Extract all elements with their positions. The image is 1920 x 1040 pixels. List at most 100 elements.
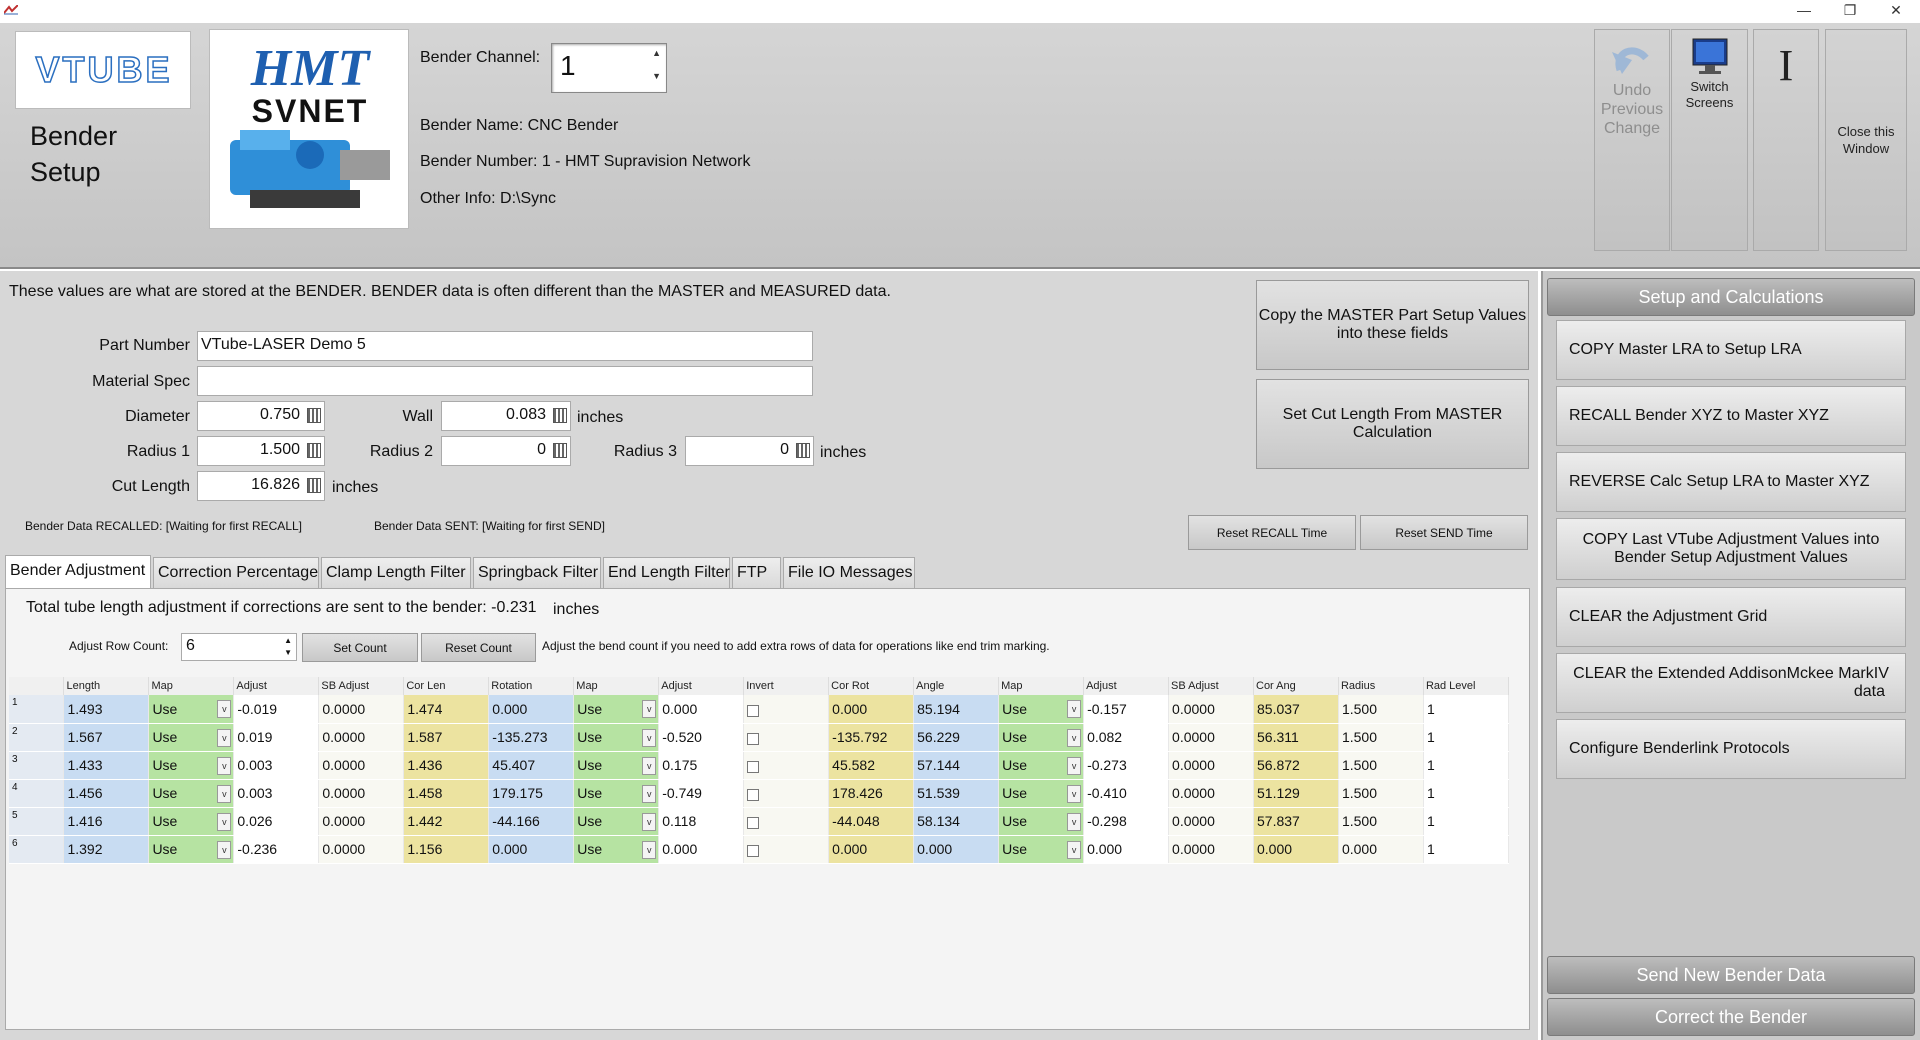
radius-cell[interactable]: 1.500 xyxy=(1338,779,1424,808)
chevron-down-icon[interactable]: v xyxy=(642,756,657,775)
sb-adjust-cell[interactable]: 0.0000 xyxy=(1168,723,1254,752)
map-select[interactable]: Use v xyxy=(148,779,235,808)
length-cell[interactable]: 1.416 xyxy=(63,807,150,836)
copy-last-vtube-adjustment-button[interactable]: COPY Last VTube Adjustment Values into B… xyxy=(1556,518,1906,580)
minimize-button[interactable]: — xyxy=(1784,0,1824,23)
map-select[interactable]: Use v xyxy=(998,807,1085,836)
map-select[interactable]: Use v xyxy=(573,695,660,724)
adjust-cell[interactable]: 0.026 xyxy=(233,807,320,836)
set-cut-length-button[interactable]: Set Cut Length From MASTER Calculation xyxy=(1256,379,1529,469)
adjust-cell[interactable]: -0.273 xyxy=(1083,751,1170,780)
map-select[interactable]: Use v xyxy=(573,835,660,864)
rad-level-cell[interactable]: 1 xyxy=(1423,695,1510,724)
map-select[interactable]: Use v xyxy=(998,723,1085,752)
chevron-down-icon[interactable]: v xyxy=(217,700,232,718)
invert-cell[interactable] xyxy=(743,835,830,864)
map-select[interactable]: Use v xyxy=(573,779,660,808)
adjust-cell[interactable]: 0.000 xyxy=(1083,835,1170,864)
map-select[interactable]: Use v xyxy=(573,807,660,836)
angle-cell[interactable]: 51.539 xyxy=(913,779,1000,808)
invert-checkbox[interactable] xyxy=(747,789,760,801)
invert-checkbox[interactable] xyxy=(747,817,760,829)
close-window-button[interactable]: ✕ xyxy=(1876,0,1916,23)
undo-button[interactable]: Undo Previous Change xyxy=(1594,29,1670,251)
send-new-bender-data-button[interactable]: Send New Bender Data xyxy=(1547,956,1915,994)
copy-master-lra-button[interactable]: COPY Master LRA to Setup LRA xyxy=(1556,320,1906,380)
spin-up-icon[interactable]: ▲ xyxy=(652,48,661,58)
length-cell[interactable]: 1.493 xyxy=(63,695,150,724)
map-select[interactable]: Use v xyxy=(998,779,1085,808)
radius3-input[interactable]: 0 xyxy=(685,436,814,466)
map-select[interactable]: Use v xyxy=(148,723,235,752)
rotation-cell[interactable]: 179.175 xyxy=(488,779,575,808)
spin-up-icon[interactable]: ▲ xyxy=(284,636,292,645)
rotation-cell[interactable]: -135.273 xyxy=(488,723,575,752)
invert-cell[interactable] xyxy=(743,695,830,724)
chevron-down-icon[interactable]: v xyxy=(1067,700,1082,718)
calculator-icon[interactable] xyxy=(553,408,567,423)
recall-bender-xyz-button[interactable]: RECALL Bender XYZ to Master XYZ xyxy=(1556,386,1906,446)
rotation-cell[interactable]: 45.407 xyxy=(488,751,575,780)
cut-length-input[interactable]: 16.826 xyxy=(197,471,325,501)
adjust-cell[interactable]: -0.410 xyxy=(1083,779,1170,808)
switch-screens-button[interactable]: Switch Screens xyxy=(1671,29,1748,251)
map-select[interactable]: Use v xyxy=(148,695,235,724)
copy-master-button[interactable]: Copy the MASTER Part Setup Values into t… xyxy=(1256,280,1529,370)
correct-the-bender-button[interactable]: Correct the Bender xyxy=(1547,998,1915,1036)
reset-recall-button[interactable]: Reset RECALL Time xyxy=(1188,515,1356,550)
map-select[interactable]: Use v xyxy=(573,751,660,780)
radius-cell[interactable]: 1.500 xyxy=(1338,723,1424,752)
angle-cell[interactable]: 57.144 xyxy=(913,751,1000,780)
calculator-icon[interactable] xyxy=(307,408,321,423)
spin-down-icon[interactable]: ▼ xyxy=(284,648,292,657)
invert-checkbox[interactable] xyxy=(747,733,760,745)
sb-adjust-cell[interactable]: 0.0000 xyxy=(318,723,405,752)
radius-cell[interactable]: 1.500 xyxy=(1338,807,1424,836)
set-count-button[interactable]: Set Count xyxy=(302,633,418,662)
rad-level-cell[interactable]: 1 xyxy=(1423,807,1510,836)
calculator-icon[interactable] xyxy=(553,443,567,458)
rotation-cell[interactable]: -44.166 xyxy=(488,807,575,836)
tab-springback-filter[interactable]: Springback Filter xyxy=(473,557,601,588)
sb-adjust-cell[interactable]: 0.0000 xyxy=(1168,835,1254,864)
adjust-cell[interactable]: 0.003 xyxy=(233,751,320,780)
tab-bender-adjustment[interactable]: Bender Adjustment xyxy=(5,555,151,588)
invert-checkbox[interactable] xyxy=(747,845,760,857)
map-select[interactable]: Use v xyxy=(148,835,235,864)
sb-adjust-cell[interactable]: 0.0000 xyxy=(1168,751,1254,780)
chevron-down-icon[interactable]: v xyxy=(217,784,232,803)
calculator-icon[interactable] xyxy=(307,478,321,493)
close-this-window-button[interactable]: Close this Window xyxy=(1825,29,1907,251)
chevron-down-icon[interactable]: v xyxy=(217,812,232,831)
row-count-input[interactable]: 6 ▲ ▼ xyxy=(181,633,297,661)
map-select[interactable]: Use v xyxy=(573,723,660,752)
sb-adjust-cell[interactable]: 0.0000 xyxy=(1168,807,1254,836)
diameter-input[interactable]: 0.750 xyxy=(197,401,325,431)
adjust-cell[interactable]: 0.019 xyxy=(233,723,320,752)
chevron-down-icon[interactable]: v xyxy=(217,728,232,747)
rotation-cell[interactable]: 0.000 xyxy=(488,695,575,724)
chevron-down-icon[interactable]: v xyxy=(642,840,657,859)
reset-send-button[interactable]: Reset SEND Time xyxy=(1360,515,1528,550)
chevron-down-icon[interactable]: v xyxy=(642,812,657,831)
rad-level-cell[interactable]: 1 xyxy=(1423,835,1510,864)
chevron-down-icon[interactable]: v xyxy=(642,784,657,803)
sb-adjust-cell[interactable]: 0.0000 xyxy=(318,751,405,780)
clear-adjustment-grid-button[interactable]: CLEAR the Adjustment Grid xyxy=(1556,587,1906,647)
sb-adjust-cell[interactable]: 0.0000 xyxy=(318,807,405,836)
adjust-cell[interactable]: 0.003 xyxy=(233,779,320,808)
length-cell[interactable]: 1.456 xyxy=(63,779,150,808)
length-cell[interactable]: 1.392 xyxy=(63,835,150,864)
angle-cell[interactable]: 85.194 xyxy=(913,695,1000,724)
invert-cell[interactable] xyxy=(743,807,830,836)
adjust-cell[interactable]: 0.175 xyxy=(658,751,745,780)
invert-checkbox[interactable] xyxy=(747,761,760,773)
radius2-input[interactable]: 0 xyxy=(441,436,571,466)
chevron-down-icon[interactable]: v xyxy=(1067,840,1082,859)
adjust-cell[interactable]: -0.019 xyxy=(233,695,320,724)
rad-level-cell[interactable]: 1 xyxy=(1423,751,1510,780)
reverse-calc-button[interactable]: REVERSE Calc Setup LRA to Master XYZ xyxy=(1556,452,1906,512)
cursor-tool-button[interactable]: I xyxy=(1753,29,1819,251)
adjust-cell[interactable]: -0.520 xyxy=(658,723,745,752)
reset-count-button[interactable]: Reset Count xyxy=(421,633,536,662)
